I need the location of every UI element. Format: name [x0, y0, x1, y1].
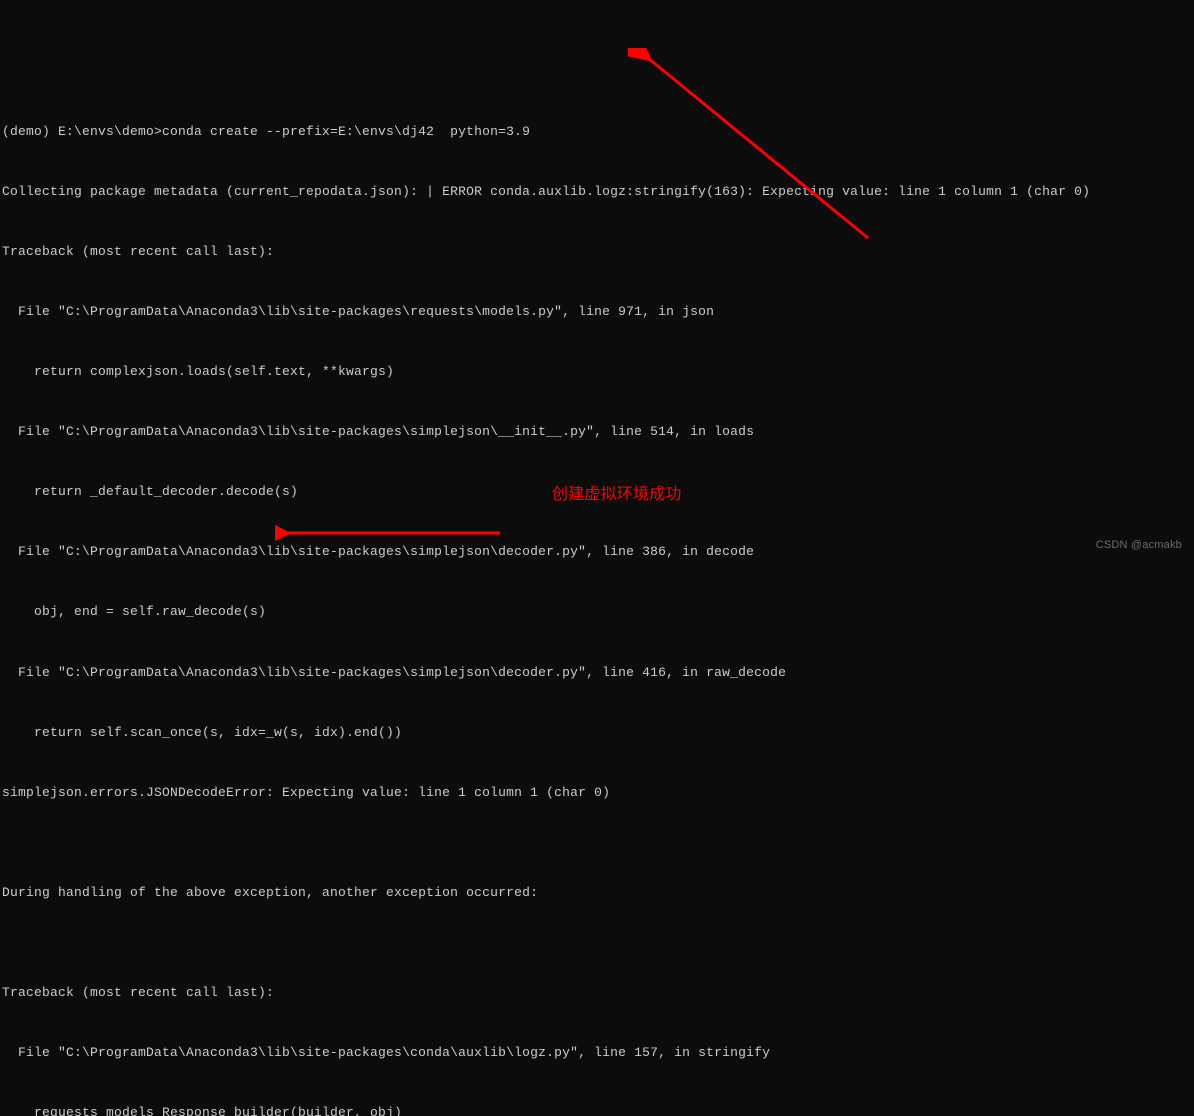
terminal-line: (demo) E:\envs\demo>conda create --prefi…: [2, 122, 1194, 142]
terminal-line: During handling of the above exception, …: [2, 883, 1194, 903]
terminal-line: return self.scan_once(s, idx=_w(s, idx).…: [2, 723, 1194, 743]
watermark-label: CSDN @acmakb: [1096, 537, 1182, 554]
terminal-line: return complexjson.loads(self.text, **kw…: [2, 362, 1194, 382]
terminal-line: File "C:\ProgramData\Anaconda3\lib\site-…: [2, 1043, 1194, 1063]
terminal-line: obj, end = self.raw_decode(s): [2, 602, 1194, 622]
terminal-line: requests_models_Response_builder(builder…: [2, 1103, 1194, 1116]
terminal-line: Collecting package metadata (current_rep…: [2, 182, 1194, 202]
terminal-line: File "C:\ProgramData\Anaconda3\lib\site-…: [2, 542, 1194, 562]
terminal-line: Traceback (most recent call last):: [2, 983, 1194, 1003]
terminal-line: File "C:\ProgramData\Anaconda3\lib\site-…: [2, 302, 1194, 322]
terminal-line: simplejson.errors.JSONDecodeError: Expec…: [2, 783, 1194, 803]
terminal-line: File "C:\ProgramData\Anaconda3\lib\site-…: [2, 422, 1194, 442]
terminal-output[interactable]: (demo) E:\envs\demo>conda create --prefi…: [0, 80, 1194, 1116]
annotation-success-label: 创建虚拟环境成功: [552, 483, 682, 508]
terminal-line: Traceback (most recent call last):: [2, 242, 1194, 262]
terminal-line: File "C:\ProgramData\Anaconda3\lib\site-…: [2, 663, 1194, 683]
